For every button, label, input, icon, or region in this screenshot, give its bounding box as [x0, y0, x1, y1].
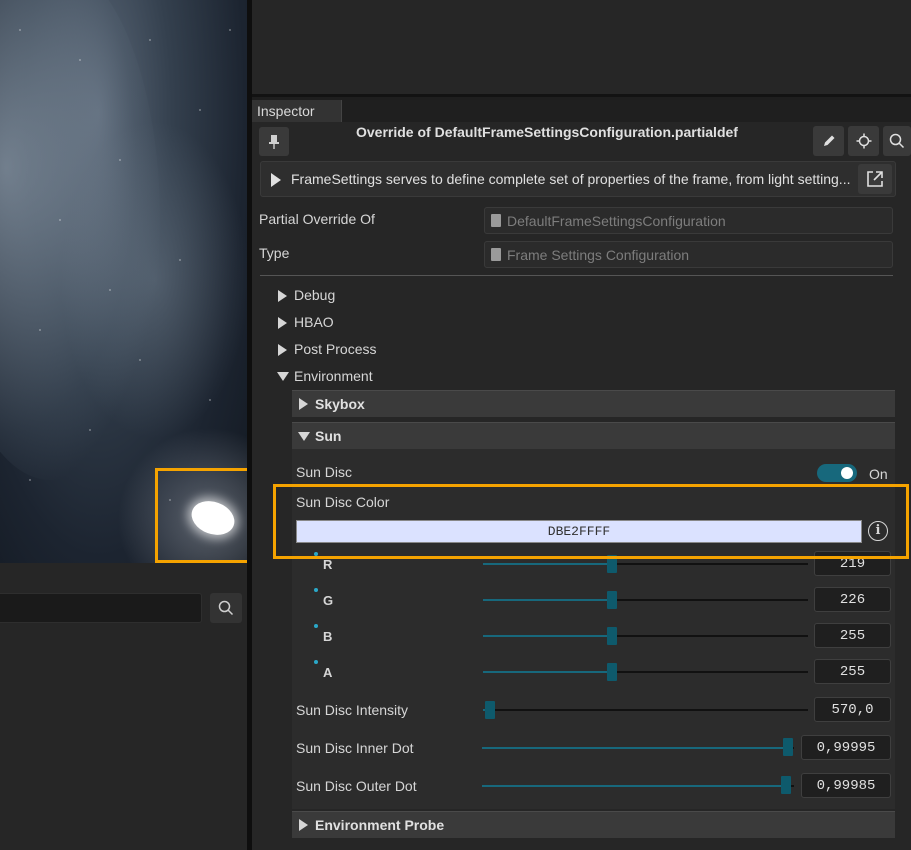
slider-b-track[interactable] — [483, 635, 808, 637]
intensity-slider-thumb[interactable] — [485, 701, 495, 719]
section-skybox[interactable]: Skybox — [292, 390, 895, 417]
section-label: Sun — [315, 428, 342, 444]
search-icon — [889, 133, 905, 149]
slider-g-thumb[interactable] — [607, 591, 617, 609]
slider-a-thumb[interactable] — [607, 663, 617, 681]
channel-r-input[interactable]: 219 — [814, 551, 891, 576]
channel-dot — [314, 588, 318, 592]
pin-icon — [269, 134, 279, 149]
inner-dot-slider-thumb[interactable] — [783, 738, 793, 756]
document-icon — [491, 248, 501, 261]
slider-r-track[interactable] — [483, 563, 808, 565]
partial-override-value: DefaultFrameSettingsConfiguration — [507, 213, 726, 229]
tab-strip — [342, 100, 911, 122]
expand-arrow-icon — [278, 317, 287, 329]
expand-arrow-icon[interactable] — [271, 173, 281, 187]
expand-arrow-icon — [299, 398, 308, 410]
description-box[interactable]: FrameSettings serves to define complete … — [260, 161, 896, 197]
inner-dot-slider-track[interactable] — [482, 747, 794, 749]
slider-fill — [483, 563, 611, 565]
open-external-button[interactable] — [858, 164, 892, 194]
sun-disc-outer-dot-input[interactable]: 0,99985 — [801, 773, 891, 798]
sun-highlight-box — [155, 468, 257, 563]
sun-disc-intensity-input[interactable]: 570,0 — [814, 697, 891, 722]
inspector-title: Override of DefaultFrameSettingsConfigur… — [356, 124, 738, 140]
channel-b-input[interactable]: 255 — [814, 623, 891, 648]
type-value: Frame Settings Configuration — [507, 247, 690, 263]
description-text: FrameSettings serves to define complete … — [291, 171, 851, 187]
sun-disc-toggle[interactable] — [817, 464, 857, 482]
collapse-arrow-icon — [298, 432, 310, 441]
slider-fill — [483, 599, 611, 601]
channel-label-b: B — [323, 629, 333, 644]
slider-r-thumb[interactable] — [607, 555, 617, 573]
locate-button[interactable] — [848, 126, 879, 156]
expand-arrow-icon — [278, 290, 287, 302]
channel-g-input[interactable]: 226 — [814, 587, 891, 612]
search-input[interactable] — [0, 593, 202, 623]
separator — [260, 275, 893, 276]
channel-dot — [314, 552, 318, 556]
sun-disc-outer-dot-label: Sun Disc Outer Dot — [296, 778, 417, 794]
sun-disc-state: On — [869, 466, 888, 482]
channel-label-r: R — [323, 557, 333, 572]
sun-disc-color-label: Sun Disc Color — [296, 494, 390, 510]
section-sun[interactable]: Sun — [292, 422, 895, 449]
channel-dot — [314, 660, 318, 664]
crosshair-icon — [856, 133, 871, 149]
expand-arrow-icon — [278, 344, 287, 356]
sun-disc-intensity-label: Sun Disc Intensity — [296, 702, 409, 718]
tree-item-label: Post Process — [294, 341, 377, 357]
search-icon — [218, 600, 234, 616]
edit-button[interactable] — [813, 126, 844, 156]
editor-window: Inspector Override of DefaultFrameSettin… — [0, 0, 911, 850]
channel-label-a: A — [323, 665, 333, 680]
section-label: Skybox — [315, 396, 365, 412]
document-icon — [491, 214, 501, 227]
outer-dot-slider-track[interactable] — [482, 785, 794, 787]
tree-item-label: Debug — [294, 287, 336, 303]
toggle-knob — [841, 467, 853, 479]
expand-arrow-icon — [299, 819, 308, 831]
partial-override-label: Partial Override Of — [259, 211, 375, 227]
tab-inspector[interactable]: Inspector — [252, 100, 342, 122]
sun-disc-label: Sun Disc — [296, 464, 353, 480]
channel-dot — [314, 624, 318, 628]
tree-item-post-process[interactable]: Post Process — [278, 341, 376, 357]
slider-fill — [482, 747, 788, 749]
sun-disc-inner-dot-input[interactable]: 0,99995 — [801, 735, 891, 760]
section-label: Environment Probe — [315, 817, 445, 833]
slider-fill — [483, 635, 611, 637]
external-link-icon — [867, 171, 883, 187]
top-right-panel — [252, 0, 911, 97]
collapse-arrow-icon — [277, 372, 289, 381]
channel-a-input[interactable]: 255 — [814, 659, 891, 684]
sun-disc-inner-dot-label: Sun Disc Inner Dot — [296, 740, 414, 756]
slider-fill — [483, 671, 611, 673]
section-environment-probe[interactable]: Environment Probe — [292, 811, 895, 838]
slider-b-thumb[interactable] — [607, 627, 617, 645]
type-label: Type — [259, 245, 290, 261]
tree-item-environment[interactable]: Environment — [277, 368, 373, 384]
channel-label-g: G — [323, 593, 334, 608]
slider-g-track[interactable] — [483, 599, 808, 601]
sun-disc-color-field[interactable]: DBE2FFFF — [296, 520, 862, 543]
tree-item-label: HBAO — [294, 314, 334, 330]
type-field[interactable]: Frame Settings Configuration — [484, 241, 893, 268]
slider-fill — [482, 785, 782, 787]
info-icon[interactable]: i — [868, 521, 888, 541]
search-button[interactable] — [210, 593, 242, 623]
pencil-icon — [823, 135, 834, 146]
outer-dot-slider-thumb[interactable] — [781, 776, 791, 794]
partial-override-field[interactable]: DefaultFrameSettingsConfiguration — [484, 207, 893, 234]
slider-a-track[interactable] — [483, 671, 808, 673]
tree-item-label: Environment — [294, 368, 373, 384]
inspector-panel: Inspector Override of DefaultFrameSettin… — [252, 100, 911, 850]
find-button[interactable] — [883, 126, 911, 156]
tree-item-hbao[interactable]: HBAO — [278, 314, 334, 330]
intensity-slider-track[interactable] — [483, 709, 808, 711]
pin-button[interactable] — [259, 127, 289, 156]
tree-item-debug[interactable]: Debug — [278, 287, 335, 303]
